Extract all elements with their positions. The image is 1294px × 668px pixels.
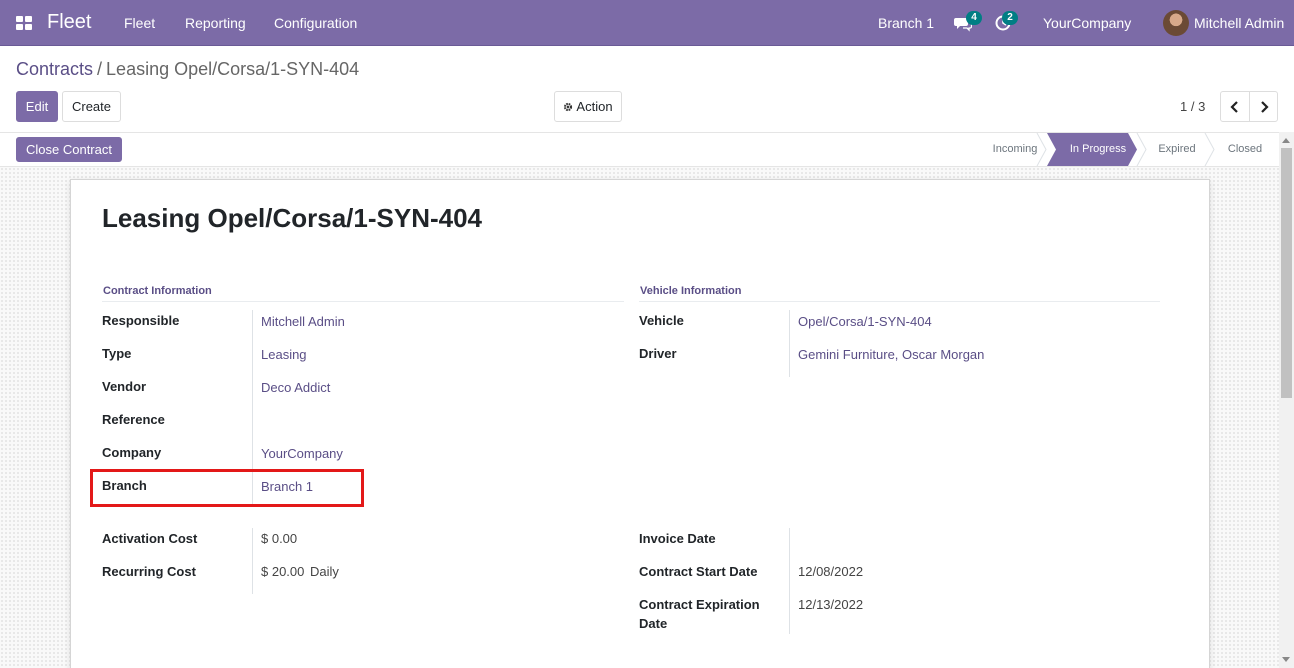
- contract-title[interactable]: Leasing Opel/Corsa/1-SYN-404: [102, 203, 482, 234]
- vehicle-label: Vehicle: [639, 313, 684, 328]
- user-avatar[interactable]: [1163, 10, 1189, 36]
- menu-configuration[interactable]: Configuration: [274, 15, 357, 31]
- contract-start-date-field[interactable]: 12/08/2022: [798, 564, 863, 579]
- stage-incoming[interactable]: Incoming: [985, 133, 1045, 166]
- company-label: Company: [102, 445, 162, 460]
- action-button[interactable]: Action: [554, 91, 622, 122]
- contract-start-date-label: Contract Start Date: [639, 564, 758, 579]
- scroll-down-arrow-icon[interactable]: [1282, 657, 1290, 662]
- branch-switcher[interactable]: Branch 1: [878, 15, 934, 31]
- activation-cost-label: Activation Cost: [102, 531, 198, 546]
- type-label: Type: [102, 346, 132, 361]
- vehicle-group-divider: [639, 301, 1160, 302]
- reference-label: Reference: [102, 412, 165, 427]
- company-field[interactable]: YourCompany: [261, 446, 343, 461]
- user-menu[interactable]: Mitchell Admin: [1194, 15, 1284, 31]
- chevron-right-icon: [1260, 100, 1269, 113]
- type-field[interactable]: Leasing: [261, 347, 307, 362]
- create-button[interactable]: Create: [62, 91, 121, 122]
- vertical-scrollbar[interactable]: [1279, 132, 1294, 668]
- pager-value[interactable]: 1 / 3: [1180, 99, 1205, 114]
- branch-highlight-box: [90, 469, 364, 507]
- messages-badge: 4: [966, 11, 982, 25]
- contract-expiration-label-line1: Contract Expiration: [639, 597, 760, 612]
- action-label: Action: [576, 99, 613, 114]
- vehicle-fields-divider: [789, 310, 790, 377]
- stage-expired[interactable]: Expired: [1147, 133, 1207, 166]
- app-name[interactable]: Fleet: [47, 11, 91, 34]
- close-contract-button[interactable]: Close Contract: [16, 137, 122, 162]
- scrollbar-thumb[interactable]: [1281, 148, 1292, 398]
- breadcrumb-current: Leasing Opel/Corsa/1-SYN-404: [106, 59, 360, 79]
- driver-label: Driver: [639, 346, 677, 361]
- contract-expiration-date-field[interactable]: 12/13/2022: [798, 597, 863, 612]
- contract-group-divider: [102, 301, 624, 302]
- activities-badge: 2: [1002, 11, 1018, 25]
- recurring-cost-field[interactable]: $ 20.00: [261, 564, 304, 579]
- invoice-date-label: Invoice Date: [639, 531, 716, 546]
- gear-icon: [564, 102, 573, 111]
- menu-fleet[interactable]: Fleet: [124, 15, 155, 31]
- vehicle-field[interactable]: Opel/Corsa/1-SYN-404: [798, 314, 932, 329]
- responsible-label: Responsible: [102, 313, 180, 328]
- vendor-label: Vendor: [102, 379, 147, 394]
- edit-button[interactable]: Edit: [16, 91, 58, 122]
- pager-next-button[interactable]: [1249, 91, 1278, 122]
- chevron-left-icon: [1230, 100, 1238, 113]
- dates-fields-divider: [789, 528, 790, 634]
- apps-menu-icon[interactable]: [16, 16, 32, 30]
- menu-reporting[interactable]: Reporting: [185, 15, 246, 31]
- pager-previous-button[interactable]: [1220, 91, 1250, 122]
- contract-expiration-label-line2: Date: [639, 616, 668, 631]
- breadcrumb-contracts-link[interactable]: Contracts: [16, 59, 93, 79]
- stage-in-progress[interactable]: In Progress: [1060, 133, 1136, 166]
- breadcrumb-separator: /: [97, 59, 103, 79]
- contract-information-title: Contract Information: [103, 285, 212, 297]
- responsible-field[interactable]: Mitchell Admin: [261, 314, 345, 329]
- driver-field[interactable]: Gemini Furniture, Oscar Morgan: [798, 347, 984, 362]
- stage-closed[interactable]: Closed: [1216, 133, 1274, 166]
- breadcrumb: Contracts / Leasing Opel/Corsa/1-SYN-404: [16, 59, 359, 80]
- vendor-field[interactable]: Deco Addict: [261, 380, 330, 395]
- statusbar: Close Contract Incoming In Progress Expi…: [0, 132, 1294, 167]
- company-switcher[interactable]: YourCompany: [1043, 15, 1131, 31]
- scroll-up-arrow-icon[interactable]: [1282, 138, 1290, 143]
- activation-cost-field[interactable]: $ 0.00: [261, 531, 297, 546]
- vehicle-information-title: Vehicle Information: [640, 285, 742, 297]
- top-navbar: Fleet Fleet Reporting Configuration Bran…: [0, 0, 1294, 46]
- recurring-cost-label: Recurring Cost: [102, 564, 196, 579]
- recurring-period-field[interactable]: Daily: [310, 564, 339, 579]
- form-sheet: [70, 179, 1210, 668]
- costs-fields-divider: [252, 528, 253, 594]
